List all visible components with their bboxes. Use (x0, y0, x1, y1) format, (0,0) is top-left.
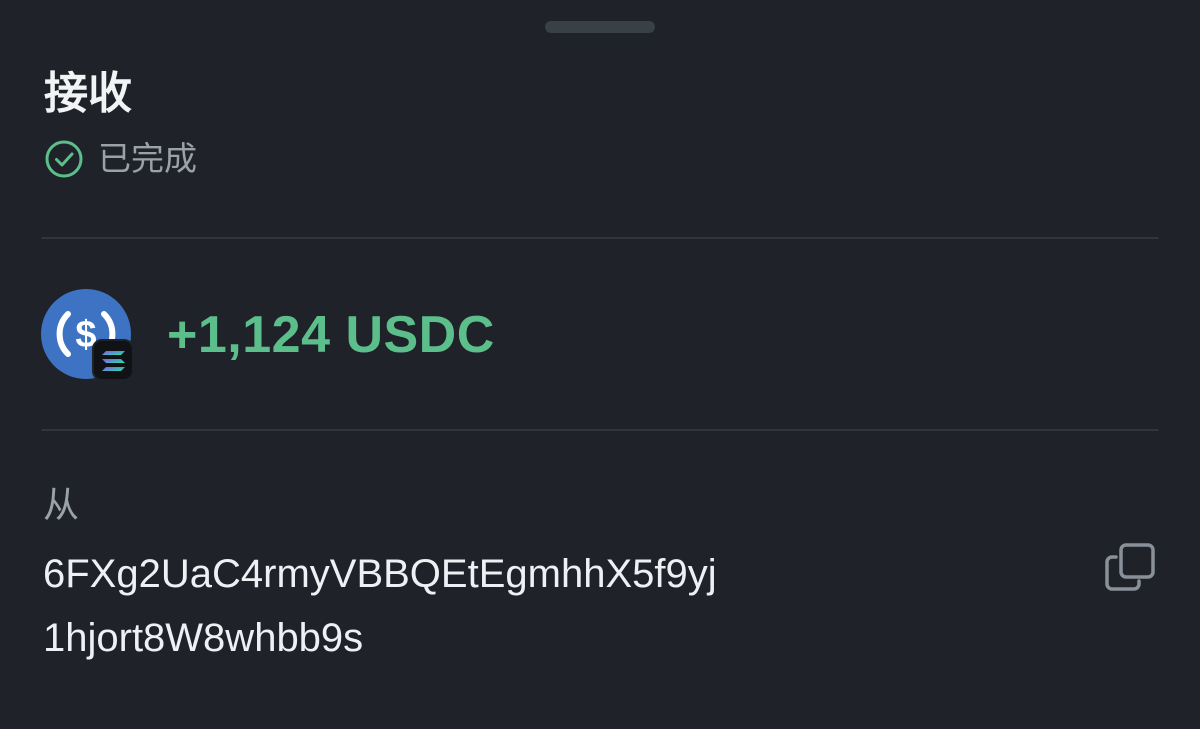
status-text: 已完成 (98, 139, 197, 178)
solana-icon (92, 339, 134, 381)
copy-address-button[interactable] (1100, 538, 1160, 598)
amount-row: $ +1,124 USDC (41, 289, 495, 381)
page-title: 接收 (44, 68, 132, 119)
divider (42, 237, 1158, 239)
status-row: 已完成 (44, 138, 197, 180)
sender-address-line1: 6FXg2UaC4rmyVBBQEtEgmhhX5f9yj (43, 552, 717, 596)
divider (42, 429, 1158, 431)
check-circle-icon (44, 139, 84, 179)
transaction-detail-sheet: 接收 已完成 $ +1,124 USDC 从 6FXg2UaC4rmyVBBQE… (0, 0, 1200, 729)
sheet-drag-handle[interactable] (545, 21, 655, 33)
copy-icon (1105, 543, 1155, 591)
token-logo: $ (41, 289, 134, 381)
transfer-amount: +1,124 USDC (167, 306, 495, 364)
sender-address[interactable]: 6FXg2UaC4rmyVBBQEtEgmhhX5f9yj 1hjort8W8w… (43, 542, 803, 670)
from-label: 从 (43, 485, 80, 526)
sender-address-line2: 1hjort8W8whbb9s (43, 616, 364, 660)
